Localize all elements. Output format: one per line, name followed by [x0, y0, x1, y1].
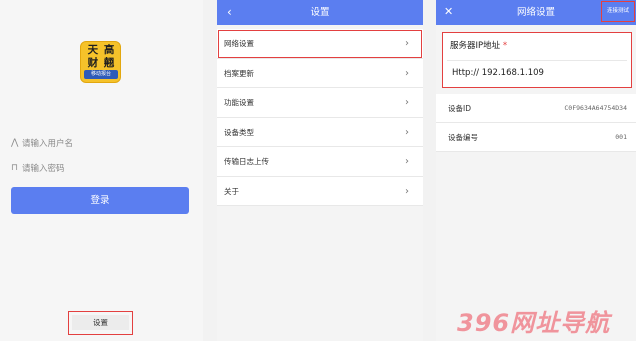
settings-item-label: 功能设置: [224, 98, 254, 107]
settings-item-log-upload[interactable]: 传输日志上传 ›: [217, 147, 423, 177]
settings-item-label: 档案更新: [224, 68, 254, 78]
settings-item-archive-update[interactable]: 档案更新 ›: [217, 59, 423, 88]
settings-screen: ‹ 设置 网络设置 › 档案更新 › 功能设置 › 设备类型 › 传输日志上传 …: [217, 0, 423, 341]
chevron-right-icon: ›: [405, 156, 409, 167]
chevron-right-icon: ›: [405, 97, 409, 108]
chevron-right-icon: ›: [405, 185, 409, 197]
server-ip-input[interactable]: Http:// 192.168.1.109: [452, 68, 544, 78]
watermark: 396网址导航: [457, 309, 611, 337]
chevron-right-icon: ›: [405, 38, 409, 49]
network-settings-screen: ✕ 网络设置 连接测试 服务器IP地址 * Http:// 192.168.1.…: [436, 0, 636, 341]
logo-text-line2: 财 翹: [87, 57, 116, 69]
network-header: ✕ 网络设置 连接测试: [436, 0, 636, 25]
settings-button-label: 设置: [72, 315, 129, 330]
app-logo: 天 高 财 翹 移动报台: [80, 41, 121, 83]
server-ip-section: 服务器IP地址 * Http:// 192.168.1.109: [442, 32, 632, 88]
separator: [447, 60, 627, 61]
settings-item-label: 网络设置: [224, 39, 254, 48]
username-field[interactable]: ⋀ 请输入用户名: [11, 136, 73, 150]
user-icon: ⋀: [11, 138, 19, 148]
connection-test-button[interactable]: 连接测试: [601, 1, 635, 22]
required-mark: *: [502, 41, 508, 51]
settings-item-about[interactable]: 关于 ›: [217, 177, 423, 206]
settings-item-label: 传输日志上传: [224, 157, 269, 166]
logo-subtitle: 移动报台: [84, 70, 118, 79]
chevron-right-icon: ›: [405, 67, 409, 79]
settings-item-function[interactable]: 功能设置 ›: [217, 88, 423, 118]
password-placeholder: 请输入密码: [22, 164, 65, 174]
logo-text-line1: 天 高: [87, 44, 116, 56]
device-info-list: 设备ID C0F9634A64754D34 设备编号 001: [436, 94, 636, 152]
server-ip-label: 服务器IP地址 *: [450, 41, 508, 51]
chevron-right-icon: ›: [405, 126, 409, 138]
settings-item-network[interactable]: 网络设置 ›: [217, 29, 423, 59]
settings-list: 网络设置 › 档案更新 › 功能设置 › 设备类型 › 传输日志上传 › 关于 …: [217, 29, 423, 206]
divider: [203, 0, 217, 341]
settings-button[interactable]: 设置: [68, 311, 133, 335]
device-number-label: 设备编号: [448, 133, 478, 142]
device-id-label: 设备ID: [448, 104, 471, 113]
device-number-value: 001: [615, 133, 627, 141]
device-number-row: 设备编号 001: [436, 123, 636, 152]
login-button[interactable]: 登录: [11, 187, 189, 214]
settings-item-label: 关于: [224, 186, 239, 196]
settings-header: ‹ 设置: [217, 0, 423, 25]
password-field[interactable]: ⊓ 请输入密码: [11, 161, 65, 175]
settings-item-label: 设备类型: [224, 127, 254, 137]
settings-title: 设置: [310, 7, 330, 18]
lock-icon: ⊓: [11, 163, 19, 173]
device-id-value: C0F9634A64754D34: [564, 104, 627, 112]
device-id-row: 设备ID C0F9634A64754D34: [436, 94, 636, 123]
divider: [423, 0, 436, 341]
login-screen: 天 高 财 翹 移动报台 ⋀ 请输入用户名 ⊓ 请输入密码 登录 设置: [0, 0, 203, 341]
settings-item-device-type[interactable]: 设备类型 ›: [217, 118, 423, 147]
username-placeholder: 请输入用户名: [22, 139, 74, 149]
